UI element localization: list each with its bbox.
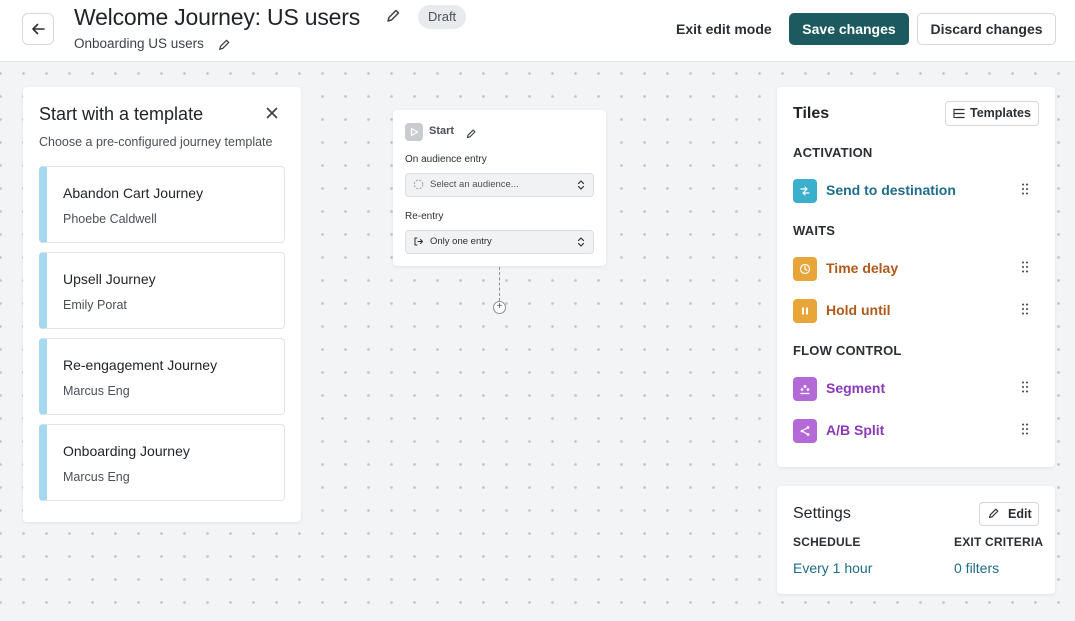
template-panel-description: Choose a pre-configured journey template [39,135,273,149]
section-header-activation: ACTIVATION [793,145,873,160]
schedule-value[interactable]: Every 1 hour [793,560,872,576]
template-panel: Start with a template Choose a pre-confi… [23,87,301,522]
tile-label: Time delay [826,260,899,276]
chevron-updown-icon [577,237,585,247]
split-icon [793,419,817,443]
arrow-left-icon [32,23,45,35]
back-button[interactable] [22,13,54,45]
reentry-field-label: Re-entry [405,211,444,222]
save-changes-button[interactable]: Save changes [789,13,909,45]
tile-ab-split[interactable]: A/B Split [793,418,1039,444]
settings-panel-title: Settings [793,505,851,522]
edit-settings-button[interactable]: Edit [979,502,1039,526]
start-node[interactable]: Start On audience entry Select an audien… [393,110,606,266]
template-card-author: Emily Porat [63,298,127,312]
tile-label: Hold until [826,302,891,318]
tiles-panel-title: Tiles [793,105,830,122]
top-header: Welcome Journey: US users Draft Onboardi… [0,0,1075,62]
template-panel-title: Start with a template [39,104,204,124]
templates-button[interactable]: Templates [945,101,1039,126]
spinner-icon [413,179,424,190]
tiles-panel: Tiles Templates ACTIVATION Send to desti… [777,87,1055,467]
template-card-author: Marcus Eng [63,470,130,484]
section-header-waits: WAITS [793,223,836,238]
drag-handle-icon[interactable] [1022,381,1028,393]
exit-criteria-value[interactable]: 0 filters [954,560,999,576]
template-card[interactable]: Re-engagement Journey Marcus Eng [39,338,285,415]
play-icon [405,123,423,141]
pause-icon [793,299,817,323]
reentry-select[interactable]: Only one entry [405,230,594,254]
page-subtitle: Onboarding US users [74,36,204,51]
edit-subtitle-button[interactable] [218,38,230,56]
template-card-author: Marcus Eng [63,384,130,398]
settings-panel: Settings Edit SCHEDULE Every 1 hour EXIT… [777,486,1055,594]
close-icon [266,107,278,119]
tile-hold-until[interactable]: Hold until [793,298,1039,324]
audience-select-placeholder: Select an audience... [430,179,519,190]
template-card-title: Abandon Cart Journey [63,185,204,201]
reentry-select-value: Only one entry [430,236,492,247]
template-card-title: Upsell Journey [63,271,156,287]
tile-segment[interactable]: Segment [793,376,1039,402]
pencil-icon [219,39,230,50]
exit-criteria-header: EXIT CRITERIA [954,535,1044,549]
tile-label: Send to destination [826,182,956,198]
drag-handle-icon[interactable] [1022,303,1028,315]
pencil-icon [387,9,400,22]
pencil-icon [988,508,999,519]
entry-icon [414,237,423,246]
template-card[interactable]: Onboarding Journey Marcus Eng [39,424,285,501]
edit-title-button[interactable] [386,9,400,28]
segment-icon [793,377,817,401]
template-card[interactable]: Abandon Cart Journey Phoebe Caldwell [39,166,285,243]
chevron-updown-icon [577,180,585,190]
drag-handle-icon[interactable] [1022,183,1028,195]
clock-icon [793,257,817,281]
node-connector [499,267,500,301]
template-card-title: Onboarding Journey [63,443,190,459]
section-header-flow-control: FLOW CONTROL [793,343,902,358]
tile-label: Segment [826,380,886,396]
drag-handle-icon[interactable] [1022,261,1028,273]
destination-icon [793,179,817,203]
start-node-label: Start [429,125,455,137]
schedule-header: SCHEDULE [793,535,861,549]
page-title: Welcome Journey: US users [74,4,361,30]
template-card-author: Phoebe Caldwell [63,212,157,226]
tile-time-delay[interactable]: Time delay [793,256,1039,282]
pencil-icon [466,129,476,139]
tile-label: A/B Split [826,422,885,438]
tile-send-to-destination[interactable]: Send to destination [793,178,1039,204]
templates-icon [953,108,965,119]
templates-button-label: Templates [970,106,1031,120]
edit-start-node-button[interactable] [466,126,476,144]
discard-changes-button[interactable]: Discard changes [917,13,1056,45]
audience-select[interactable]: Select an audience... [405,173,594,197]
drag-handle-icon[interactable] [1022,423,1028,435]
close-template-panel-button[interactable] [266,106,278,124]
exit-edit-mode-button[interactable]: Exit edit mode [666,13,782,45]
status-badge: Draft [418,5,467,29]
template-card[interactable]: Upsell Journey Emily Porat [39,252,285,329]
template-card-title: Re-engagement Journey [63,357,218,373]
audience-field-label: On audience entry [405,154,487,165]
add-node-button[interactable]: + [493,301,506,314]
edit-button-label: Edit [1008,507,1032,521]
